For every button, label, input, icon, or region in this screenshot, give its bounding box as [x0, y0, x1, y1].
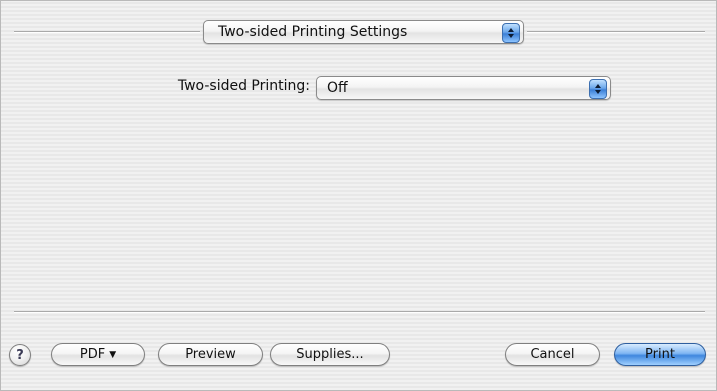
question-mark-icon: ? — [16, 347, 24, 363]
panel-select-value: Two-sided Printing Settings — [218, 24, 408, 40]
up-down-arrows-icon — [502, 23, 520, 43]
footer-separator — [14, 311, 705, 313]
up-down-arrows-icon — [589, 79, 607, 99]
two-sided-printing-popup[interactable]: Off — [316, 76, 611, 100]
print-dialog-panel — [0, 0, 717, 391]
chevron-down-icon: ▼ — [109, 349, 117, 360]
print-button-label: Print — [645, 347, 675, 362]
print-button[interactable]: Print — [614, 343, 706, 366]
help-button[interactable]: ? — [9, 344, 31, 366]
header-separator-right — [527, 31, 705, 33]
panel-select-popup[interactable]: Two-sided Printing Settings — [203, 20, 524, 44]
cancel-button[interactable]: Cancel — [505, 343, 600, 366]
pdf-button[interactable]: PDF ▼ — [51, 343, 145, 366]
supplies-button[interactable]: Supplies... — [270, 343, 390, 366]
two-sided-printing-label: Two-sided Printing: — [177, 78, 310, 94]
header-separator-left — [14, 31, 200, 33]
preview-button[interactable]: Preview — [158, 343, 263, 366]
supplies-button-label: Supplies... — [296, 347, 364, 362]
cancel-button-label: Cancel — [530, 347, 575, 362]
preview-button-label: Preview — [185, 347, 236, 362]
pdf-button-label: PDF — [79, 347, 106, 362]
two-sided-printing-value: Off — [327, 80, 348, 96]
